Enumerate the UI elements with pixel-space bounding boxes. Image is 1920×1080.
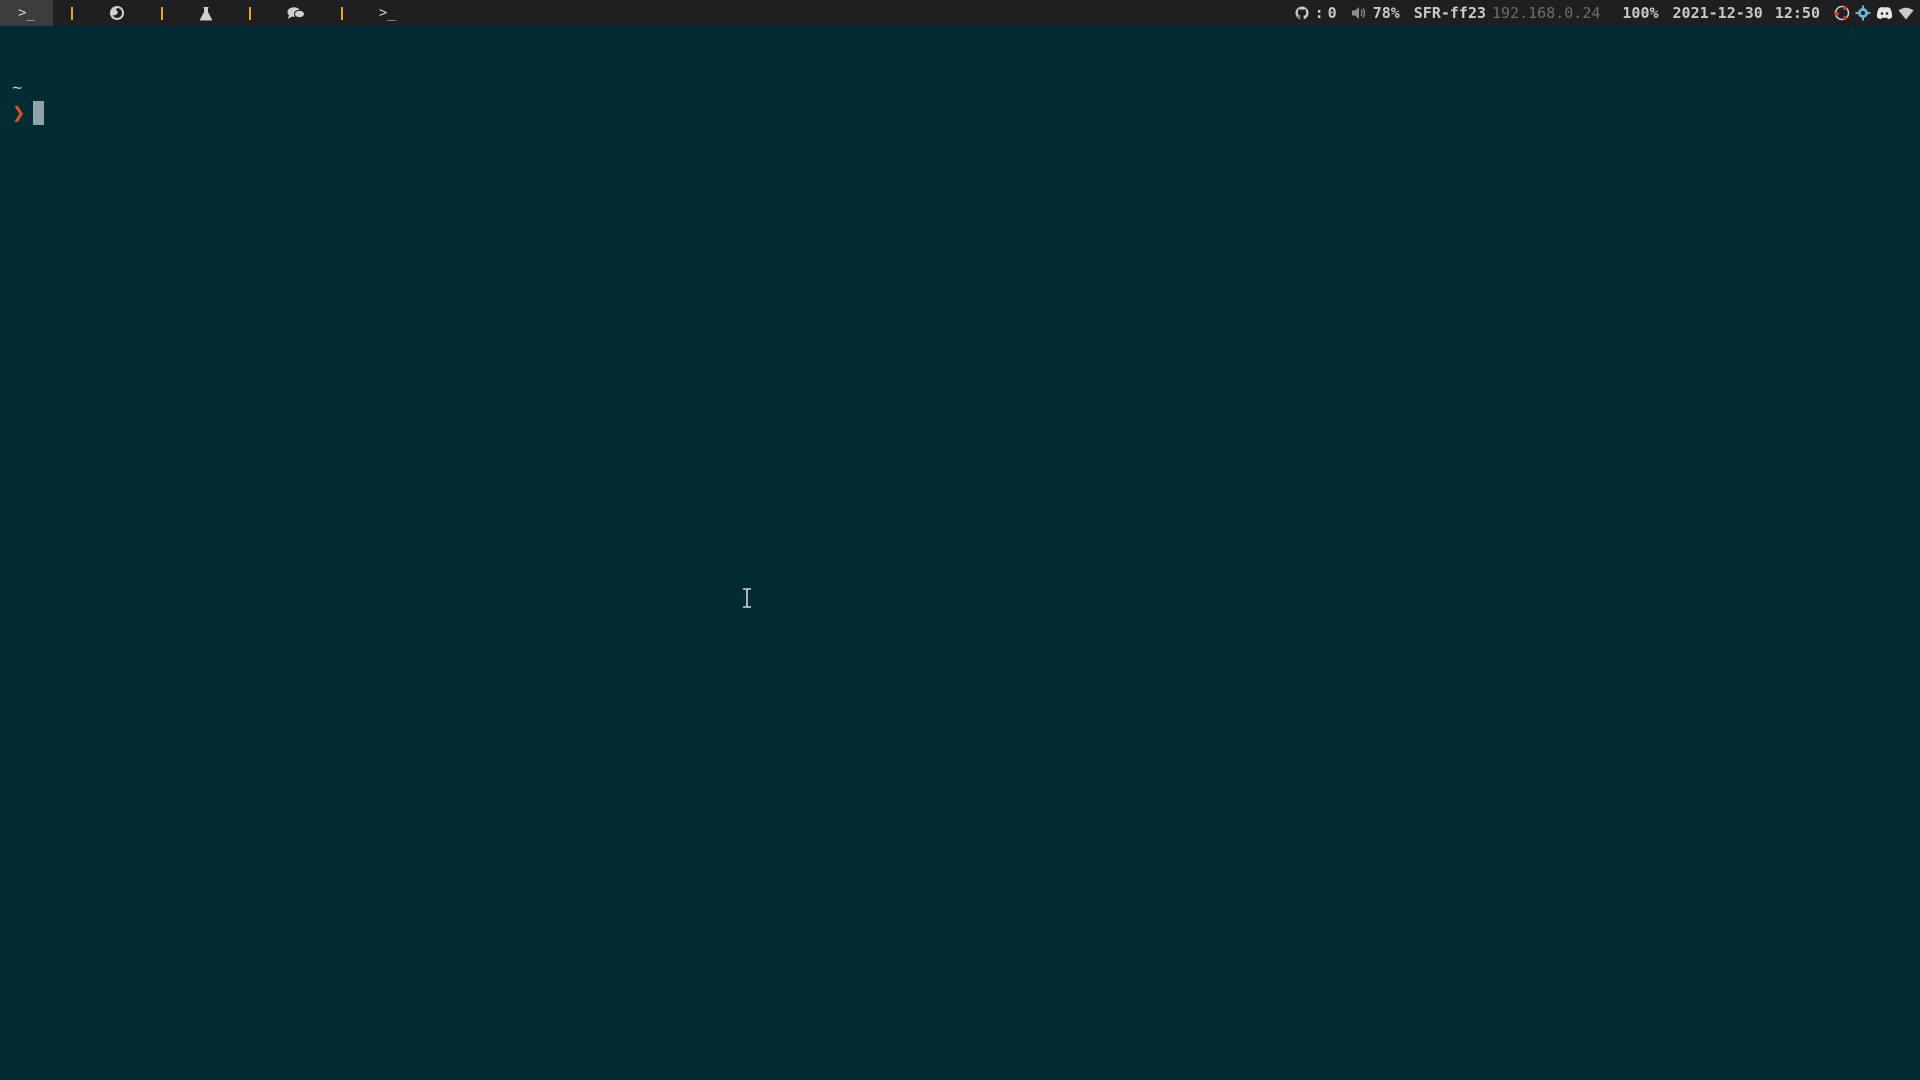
workspace-separator (160, 6, 163, 20)
system-tray (1834, 5, 1914, 21)
firefox-icon (109, 6, 124, 20)
wifi-icon[interactable] (1898, 7, 1914, 20)
prompt-symbol: ❯ (12, 100, 26, 126)
github-count: 0 (1327, 4, 1337, 22)
current-directory: ~ (12, 78, 23, 98)
discord-icon[interactable] (1876, 6, 1893, 20)
github-icon (1295, 6, 1309, 20)
volume-level: 78% (1372, 4, 1400, 22)
workspace-separator (70, 6, 73, 20)
chat-bubbles-icon (287, 7, 305, 19)
github-notifications[interactable]: : 0 (1295, 4, 1337, 22)
workspace-5-terminal[interactable]: >_ (361, 0, 414, 26)
workspace-2-firefox[interactable] (91, 0, 143, 26)
workspace-separator (248, 6, 251, 20)
terminal-window[interactable]: ~ ❯ (0, 26, 1920, 1080)
terminal-prompt-icon: >_ (18, 5, 35, 21)
network-name: SFR-ff23 (1413, 4, 1487, 22)
workspace-4-chat[interactable] (269, 0, 323, 26)
prompt-line[interactable]: ❯ (12, 100, 45, 126)
gear-tray-icon[interactable] (1855, 5, 1871, 21)
workspace-1-terminal[interactable]: >_ (0, 0, 53, 26)
date-text: 2021-12-30 (1672, 4, 1763, 22)
workspace-3-lab[interactable] (181, 0, 231, 26)
volume-icon (1351, 7, 1365, 19)
text-cursor (33, 101, 45, 125)
terminal-prompt-icon: >_ (378, 5, 396, 21)
clock-module[interactable]: 2021-12-30 12:50 (1673, 4, 1820, 22)
volume-module[interactable]: 78% (1351, 4, 1400, 22)
status-modules: : 0 78% SFR-ff23 192.168.0.24 100% 2021-… (1281, 0, 1920, 26)
flask-icon (199, 6, 212, 20)
battery-module: 100% (1622, 4, 1658, 22)
battery-level: 100% (1622, 4, 1659, 22)
github-separator: : (1314, 4, 1324, 22)
workspace-switcher: >_ >_ (0, 0, 414, 26)
workspace-separator (340, 6, 343, 20)
ibeam-cursor-icon (743, 588, 751, 608)
ubuntu-icon[interactable] (1834, 5, 1850, 21)
network-module[interactable]: SFR-ff23 192.168.0.24 (1414, 4, 1601, 22)
ip-address: 192.168.0.24 (1492, 4, 1601, 22)
time-text: 12:50 (1774, 4, 1820, 22)
top-status-bar: >_ >_: 0 78% SFR-ff23 192.168.0.24 100%… (0, 0, 1920, 26)
